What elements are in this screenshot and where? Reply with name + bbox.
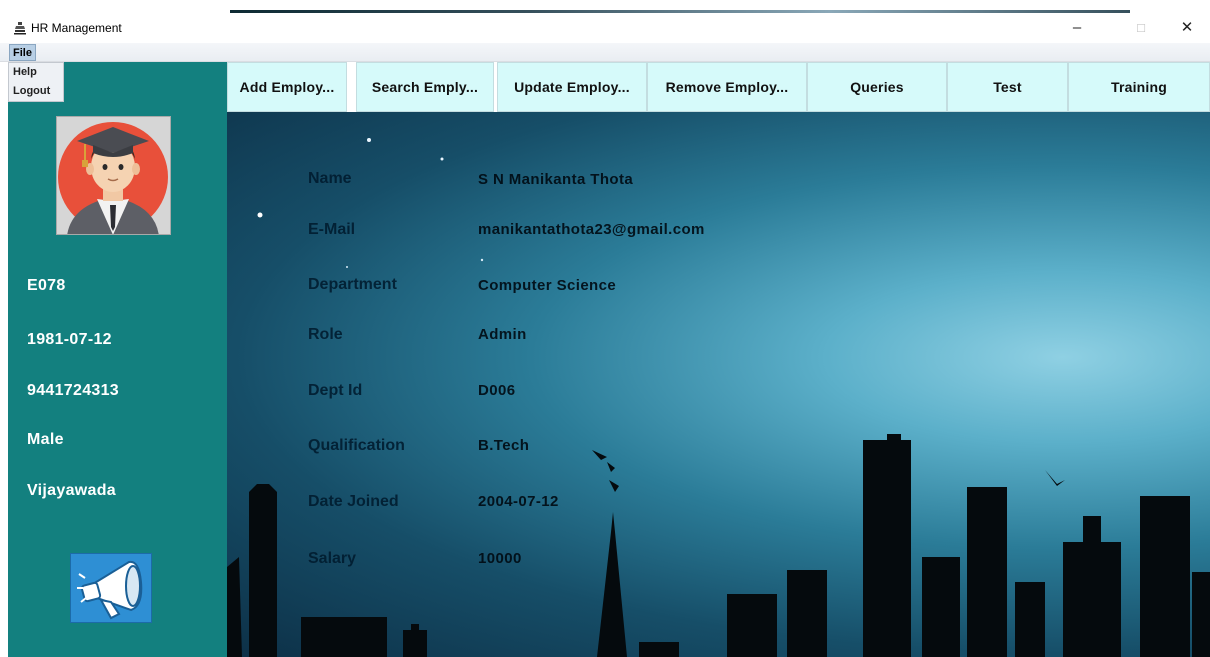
announcement-button[interactable] bbox=[70, 553, 152, 623]
employee-dob: 1981-07-12 bbox=[27, 331, 112, 348]
value-role: Admin bbox=[478, 326, 527, 343]
profile-photo bbox=[56, 116, 171, 235]
label-department: Department bbox=[308, 276, 397, 293]
file-menu-dropdown: Help Logout bbox=[8, 62, 64, 102]
employee-id: E078 bbox=[27, 277, 66, 294]
value-dept-id: D006 bbox=[478, 382, 516, 399]
value-date-joined: 2004-07-12 bbox=[478, 493, 559, 510]
maximize-button[interactable]: □ bbox=[1126, 18, 1156, 38]
value-salary: 10000 bbox=[478, 550, 522, 567]
employee-city: Vijayawada bbox=[27, 482, 116, 499]
search-employee-button[interactable]: Search Emply... bbox=[356, 62, 494, 112]
menu-item-logout[interactable]: Logout bbox=[13, 85, 50, 97]
training-button[interactable]: Training bbox=[1068, 62, 1210, 112]
minimize-button[interactable]: – bbox=[1062, 18, 1092, 38]
label-role: Role bbox=[308, 326, 343, 343]
menu-item-help[interactable]: Help bbox=[13, 66, 37, 78]
value-department: Computer Science bbox=[478, 277, 617, 294]
window-title: HR Management bbox=[31, 21, 122, 35]
sidebar: E078 1981-07-12 9441724313 Male Vijayawa… bbox=[8, 62, 227, 657]
app-window: HR Management – □ ✕ File E078 1981-07-12… bbox=[0, 0, 1210, 657]
value-qualification: B.Tech bbox=[478, 437, 530, 454]
value-email: manikantathota23@gmail.com bbox=[478, 221, 705, 238]
menu-bar: File bbox=[0, 43, 1210, 62]
update-employee-button[interactable]: Update Employ... bbox=[497, 62, 647, 112]
city-skyline-background bbox=[227, 138, 1210, 657]
queries-button[interactable]: Queries bbox=[807, 62, 947, 112]
employee-gender: Male bbox=[27, 431, 64, 448]
label-name: Name bbox=[308, 170, 352, 187]
megaphone-icon bbox=[71, 554, 151, 622]
add-employee-button[interactable]: Add Employ... bbox=[227, 62, 347, 112]
label-salary: Salary bbox=[308, 550, 357, 567]
label-date-joined: Date Joined bbox=[308, 493, 399, 510]
app-icon bbox=[14, 22, 26, 35]
menu-file[interactable]: File bbox=[9, 44, 36, 61]
label-dept-id: Dept Id bbox=[308, 382, 363, 399]
value-name: S N Manikanta Thota bbox=[478, 171, 634, 188]
employee-phone: 9441724313 bbox=[27, 382, 119, 399]
label-qualification: Qualification bbox=[308, 437, 405, 454]
remove-employee-button[interactable]: Remove Employ... bbox=[647, 62, 807, 112]
test-button[interactable]: Test bbox=[947, 62, 1068, 112]
close-button[interactable]: ✕ bbox=[1172, 18, 1202, 38]
title-bar: HR Management – □ ✕ bbox=[0, 13, 1210, 43]
graduate-avatar-icon bbox=[57, 117, 170, 234]
toolbar: Add Employ... Search Emply... Update Emp… bbox=[227, 62, 1210, 112]
employee-details-panel: Name S N Manikanta Thota E-Mail manikant… bbox=[227, 112, 1210, 657]
label-email: E-Mail bbox=[308, 221, 356, 238]
